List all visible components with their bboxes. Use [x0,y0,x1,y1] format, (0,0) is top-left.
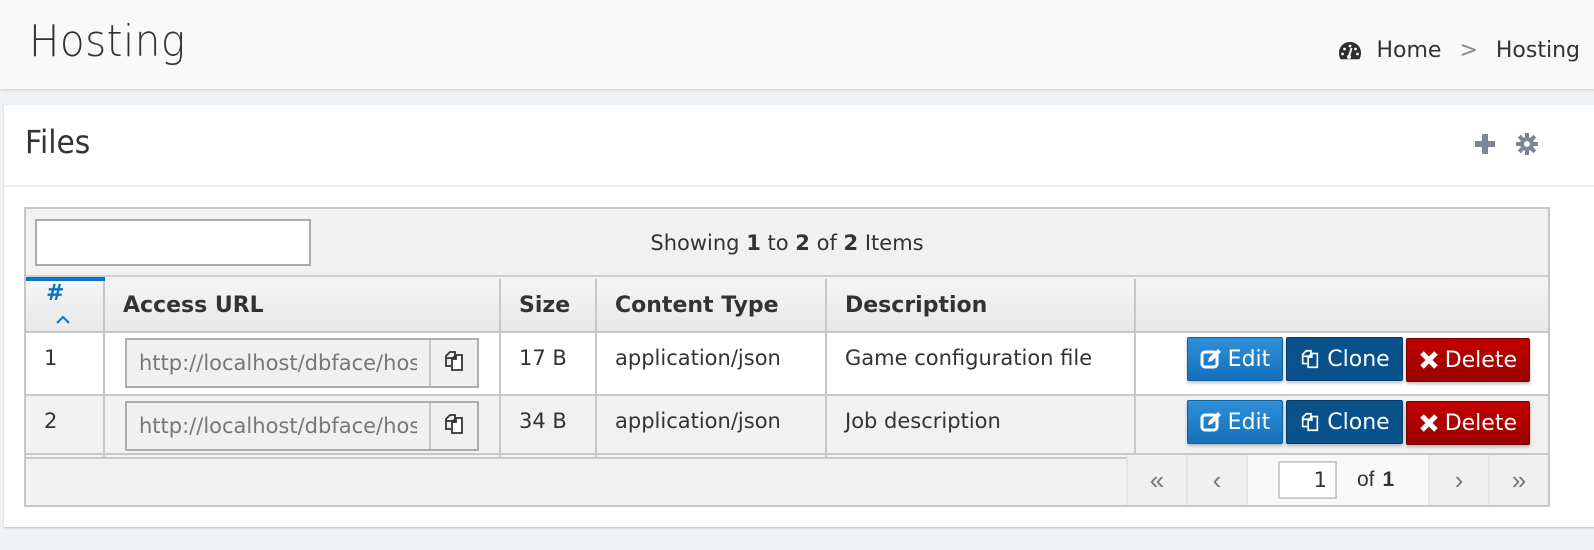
clone-icon [1299,348,1321,370]
prev-page-button[interactable]: ‹ [1186,455,1246,505]
table-row: 1 17 B application/json [26,331,1548,396]
grid-toolbar: Showing 1 to 2 of 2 Items [26,209,1548,277]
breadcrumb: Home > Hosting [1338,38,1580,63]
cell-actions: Edit Clone Delete [1134,331,1548,396]
box-title: Files [25,123,91,161]
plus-icon[interactable] [1474,133,1496,155]
files-grid: Showing 1 to 2 of 2 Items # Access URL S… [24,207,1550,507]
last-page-button[interactable]: » [1488,455,1548,505]
access-url-field[interactable] [127,340,429,386]
cell-actions: Edit Clone Delete [1134,394,1548,459]
box-header: Files [4,105,1594,187]
page-title: Hosting [29,16,186,67]
cell-id: 1 [26,331,105,396]
breadcrumb-separator: > [1459,38,1478,63]
cell-size: 17 B [499,331,597,396]
breadcrumb-current: Hosting [1495,38,1580,63]
breadcrumb-home[interactable]: Home [1376,38,1441,63]
cell-description: Game configuration file [825,331,1136,396]
page-header: Hosting Home > Hosting [0,0,1594,89]
cell-content-type: application/json [595,394,827,459]
sort-asc-icon [56,309,70,330]
column-header-content-type[interactable]: Content Type [595,279,827,333]
copy-icon [442,412,466,441]
url-input-group [125,401,479,451]
cell-size: 34 B [499,394,597,459]
first-page-button[interactable]: « [1126,455,1186,505]
column-header-size[interactable]: Size [499,279,597,333]
page-number-input[interactable] [1278,461,1337,499]
dashboard-icon [1338,41,1362,61]
table-row: 2 34 B application/json [26,394,1548,459]
column-header-actions [1134,279,1548,333]
column-header-id[interactable]: # [26,277,105,333]
item-count-status: Showing 1 to 2 of 2 Items [650,231,924,255]
cell-content-type: application/json [595,331,827,396]
cell-access-url [103,394,501,459]
copy-url-button[interactable] [429,403,477,449]
clone-button[interactable]: Clone [1286,400,1403,444]
files-box: Files Showing 1 to 2 of 2 Items # Access… [4,105,1594,527]
column-header-access-url[interactable]: Access URL [103,279,501,333]
edit-button[interactable]: Edit [1186,337,1284,381]
gear-icon[interactable] [1516,133,1538,155]
cell-id: 2 [26,394,105,459]
column-header-description[interactable]: Description [825,279,1136,333]
copy-url-button[interactable] [429,340,477,386]
clone-icon [1299,411,1321,433]
clone-button[interactable]: Clone [1286,337,1403,381]
close-icon [1419,350,1439,370]
delete-button[interactable]: Delete [1405,401,1530,445]
edit-button[interactable]: Edit [1186,400,1284,444]
pager: « ‹ of 1 › » [26,453,1548,505]
delete-button[interactable]: Delete [1405,338,1530,382]
pager-controls: « ‹ of 1 › » [1126,455,1548,505]
page-indicator: of 1 [1246,455,1428,505]
copy-icon [442,349,466,378]
close-icon [1419,413,1439,433]
box-tools [1474,133,1538,155]
url-input-group [125,338,479,388]
cell-description: Job description [825,394,1136,459]
edit-icon [1200,411,1222,433]
edit-icon [1200,348,1222,370]
access-url-field[interactable] [127,403,429,449]
cell-access-url [103,331,501,396]
next-page-button[interactable]: › [1428,455,1488,505]
files-table: # Access URL Size Content Type Descripti… [26,277,1548,459]
